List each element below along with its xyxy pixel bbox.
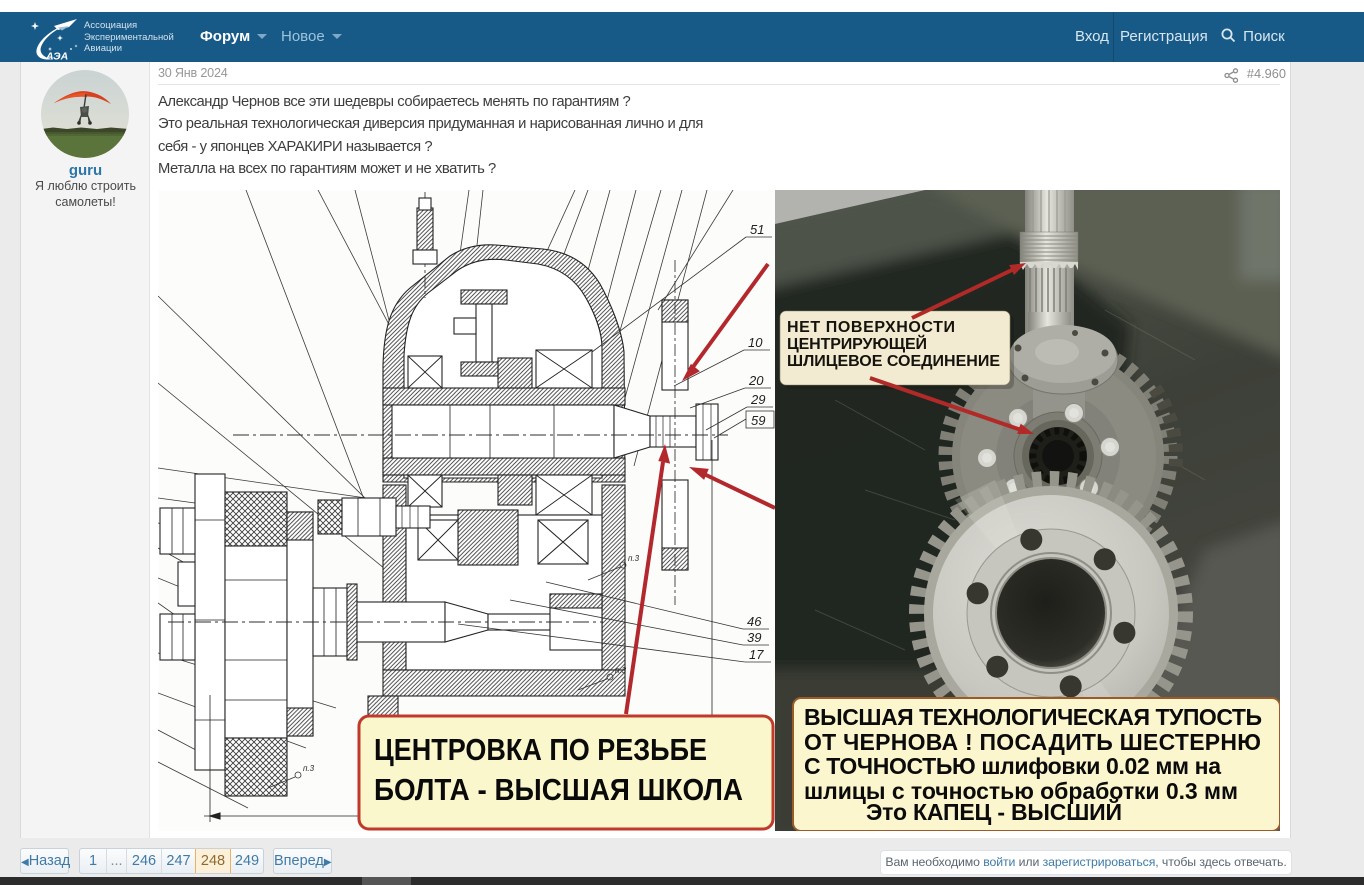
svg-text:39: 39 [747, 630, 761, 645]
svg-text:ШЛИЦЕВОЕ СОЕДИНЕНИЕ: ШЛИЦЕВОЕ СОЕДИНЕНИЕ [787, 353, 1000, 370]
svg-text:НЕТ ПОВЕРХНОСТИ: НЕТ ПОВЕРХНОСТИ [787, 319, 955, 336]
svg-text:46: 46 [747, 614, 762, 629]
svg-text:29: 29 [750, 392, 765, 407]
svg-text:ЦЕНТРИРУЮЩЕЙ: ЦЕНТРИРУЮЩЕЙ [787, 334, 927, 353]
svg-text:БОЛТА - ВЫСШАЯ ШКОЛА: БОЛТА - ВЫСШАЯ ШКОЛА [374, 772, 743, 807]
svg-text:51: 51 [750, 222, 764, 237]
svg-text:п.3: п.3 [615, 666, 627, 675]
svg-text:17: 17 [749, 647, 764, 662]
svg-text:п.3: п.3 [628, 554, 640, 563]
svg-text:10: 10 [748, 335, 763, 350]
svg-text:20: 20 [748, 373, 764, 388]
svg-text:АЭА: АЭА [45, 51, 68, 61]
svg-text:Это КАПЕЦ - ВЫСШИЙ: Это КАПЕЦ - ВЫСШИЙ [866, 798, 1122, 825]
svg-text:59: 59 [751, 413, 765, 428]
svg-text:ЦЕНТРОВКА ПО РЕЗЬБЕ: ЦЕНТРОВКА ПО РЕЗЬБЕ [374, 732, 707, 767]
svg-text:С ТОЧНОСТЬЮ шлифовки 0.02 мм: С ТОЧНОСТЬЮ шлифовки 0.02 мм на [804, 753, 1221, 779]
svg-text:п.3: п.3 [303, 764, 315, 773]
svg-text:ВЫСШАЯ ТЕХНОЛОГИЧЕСКАЯ ТУПОСТЬ: ВЫСШАЯ ТЕХНОЛОГИЧЕСКАЯ ТУПОСТЬ [804, 704, 1262, 730]
svg-text:ОТ ЧЕРНОВА ! ПОСАДИТЬ ШЕСТЕ: ОТ ЧЕРНОВА ! ПОСАДИТЬ ШЕСТЕРНЮ [804, 729, 1261, 755]
